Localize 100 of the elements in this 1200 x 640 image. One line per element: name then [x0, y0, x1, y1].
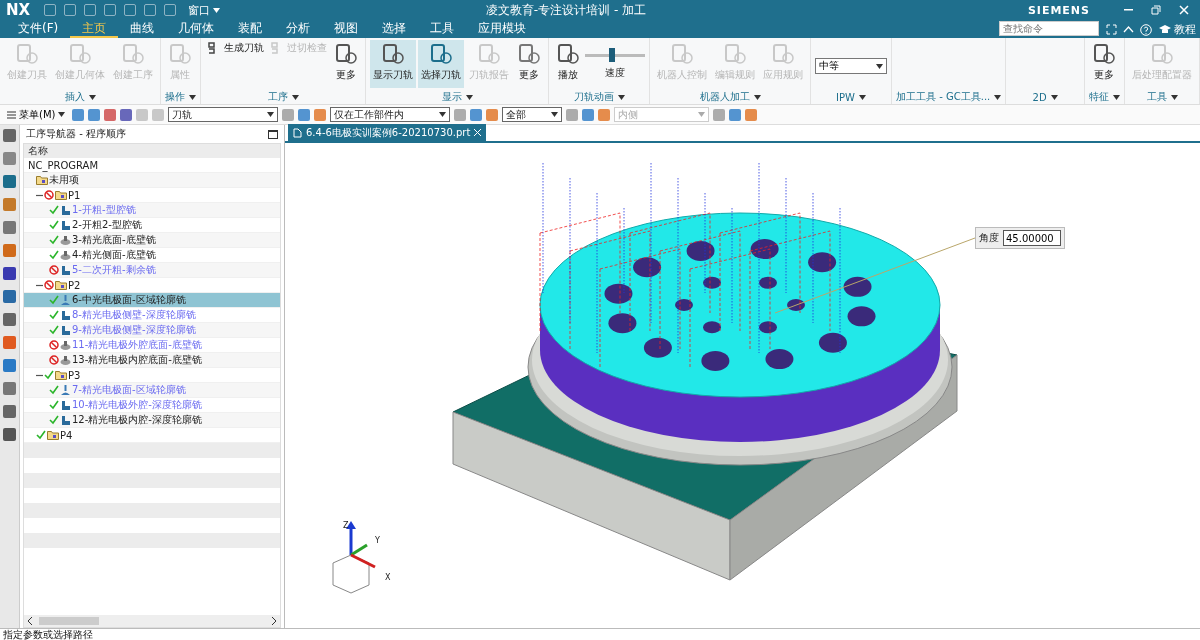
tree-item-label: 11-精光电极外腔底面-底壁铣 [72, 338, 202, 352]
tree-row[interactable]: 6-中光电极面-区域轮廓铣 [24, 293, 280, 308]
resource-tab-icon[interactable] [3, 336, 16, 349]
filter-dropdown[interactable]: 仅在工作部件内 [330, 107, 451, 122]
tree-row[interactable]: 未用项 [24, 173, 280, 188]
tree-row[interactable]: P3 [24, 368, 280, 383]
quick-access-icon[interactable] [144, 4, 157, 16]
toolbar-icon[interactable] [729, 108, 742, 121]
toolbar-icon[interactable] [314, 108, 327, 121]
resource-tab-icon[interactable] [3, 198, 16, 211]
quick-access-icon[interactable] [164, 4, 177, 16]
scroll-left-icon[interactable] [27, 617, 33, 625]
menu-tab[interactable]: 分析 [274, 20, 323, 38]
tree-row[interactable]: NC_PROGRAM [24, 158, 280, 173]
tree-row[interactable]: 4-精光侧面-底壁铣 [24, 248, 280, 263]
tree-row[interactable]: 9-精光电极侧壁-深度轮廓铣 [24, 323, 280, 338]
menu-tab[interactable]: 文件(F) [6, 20, 71, 38]
fullscreen-icon[interactable] [1103, 21, 1120, 38]
graphics-viewport[interactable]: Z Y X 角度 45.00000 [285, 143, 1200, 628]
menu-tab[interactable]: 曲线 [118, 20, 167, 38]
tree-row[interactable]: P1 [24, 188, 280, 203]
tree-row[interactable]: 13-精光电极内腔底面-底壁铣 [24, 353, 280, 368]
horizontal-scrollbar[interactable] [24, 615, 280, 627]
toolbar-icon[interactable] [745, 108, 758, 121]
filter-dropdown[interactable]: 刀轨 [168, 107, 279, 122]
toolbar-icon[interactable] [120, 108, 133, 121]
resource-tab-icon[interactable] [3, 129, 16, 142]
quick-access-icon[interactable] [124, 4, 137, 16]
tree-row[interactable]: 7-精光电极面-区域轮廓铣 [24, 383, 280, 398]
tutorial-button[interactable]: 教程 [1155, 21, 1200, 38]
search-field[interactable]: 查找命令 [999, 21, 1099, 36]
tree-row[interactable]: 3-精光底面-底壁铣 [24, 233, 280, 248]
toolbar-icon[interactable] [88, 108, 101, 121]
toolbar-icon[interactable] [566, 108, 579, 121]
resource-tab-icon[interactable] [3, 382, 16, 395]
quick-access-icon[interactable] [104, 4, 117, 16]
close-icon[interactable] [474, 129, 482, 136]
menu-tab[interactable]: 装配 [226, 20, 275, 38]
window-menu[interactable]: 窗口 [184, 2, 225, 18]
resource-tab-icon[interactable] [3, 267, 16, 280]
quick-access-icon[interactable] [44, 4, 57, 16]
maximize-icon[interactable] [268, 129, 278, 139]
help-icon[interactable] [1137, 21, 1155, 38]
ribbon-button[interactable]: 生成刀轨 [205, 40, 266, 56]
tree-row[interactable]: P4 [24, 428, 280, 443]
tree-row[interactable]: 11-精光电极外腔底面-底壁铣 [24, 338, 280, 353]
tree-row[interactable]: 12-精光电极内腔-深度轮廓铣 [24, 413, 280, 428]
tree-item-label: 3-精光底面-底壁铣 [72, 233, 156, 247]
menu-tab[interactable]: 视图 [322, 20, 371, 38]
toolbar-icon[interactable] [298, 108, 311, 121]
ribbon-button[interactable]: 播放 [553, 40, 583, 88]
quick-access-icon[interactable] [84, 4, 97, 16]
menu-tab[interactable]: 几何体 [166, 20, 227, 38]
filter-dropdown[interactable]: 全部 [502, 107, 563, 122]
tree-row[interactable]: 5-二次开粗-剩余铣 [24, 263, 280, 278]
toolbar-icon[interactable] [486, 108, 499, 121]
toolbar-icon[interactable] [582, 108, 595, 121]
resource-tab-icon[interactable] [3, 152, 16, 165]
toolbar-icon[interactable] [713, 108, 726, 121]
menu-tab[interactable]: 应用模块 [466, 20, 539, 38]
graduation-cap-icon [1159, 25, 1171, 34]
tree-row[interactable]: 10-精光电极外腔-深度轮廓铣 [24, 398, 280, 413]
toolbar-icon[interactable] [72, 108, 85, 121]
tree-row[interactable]: 2-开粗2-型腔铣 [24, 218, 280, 233]
resource-tab-icon[interactable] [3, 405, 16, 418]
ribbon-button[interactable]: 选择刀轨 [418, 40, 464, 88]
menu-tab[interactable]: 选择 [370, 20, 419, 38]
app-logo: NX [6, 1, 31, 19]
tree-item-label: P3 [68, 369, 81, 381]
resource-tab-icon[interactable] [3, 290, 16, 303]
document-tab[interactable]: 6.4-6电极实训案例6-20210730.prt [288, 124, 487, 141]
resource-tab-icon[interactable] [3, 313, 16, 326]
resource-tab-icon[interactable] [3, 175, 16, 188]
toolbar-icon[interactable] [470, 108, 483, 121]
ipw-dropdown[interactable]: 中等 [815, 58, 887, 74]
tool-icon [121, 42, 145, 66]
tree-row[interactable]: 1-开粗-型腔铣 [24, 203, 280, 218]
tool-icon [723, 42, 747, 66]
tree-row[interactable]: P2 [24, 278, 280, 293]
menu-tab[interactable]: 工具 [418, 20, 467, 38]
quick-access-icon[interactable] [64, 4, 77, 16]
resource-tab-icon[interactable] [3, 244, 16, 257]
resource-tab-icon[interactable] [3, 221, 16, 234]
toolbar-icon[interactable] [104, 108, 117, 121]
scroll-thumb[interactable] [39, 617, 99, 625]
slider-thumb[interactable] [609, 48, 615, 62]
resource-tab-icon[interactable] [3, 359, 16, 372]
resource-tab-icon[interactable] [3, 428, 16, 441]
ribbon-button[interactable]: 更多 [331, 40, 361, 88]
tree-row[interactable]: 8-精光电极侧壁-深度轮廓铣 [24, 308, 280, 323]
caret-icon [1113, 94, 1120, 100]
scroll-right-icon[interactable] [271, 617, 277, 625]
ribbon-button[interactable]: 显示刀轨 [370, 40, 416, 88]
ribbon-button[interactable]: 更多 [514, 40, 544, 88]
menu-button[interactable]: 菜单(M) [4, 105, 69, 124]
angle-input-field[interactable]: 45.00000 [1003, 230, 1061, 246]
toolbar-icon[interactable] [454, 108, 467, 121]
toolbar-icon[interactable] [282, 108, 295, 121]
toolbar-icon[interactable] [598, 108, 611, 121]
ribbon-button[interactable]: 更多 [1089, 40, 1119, 88]
